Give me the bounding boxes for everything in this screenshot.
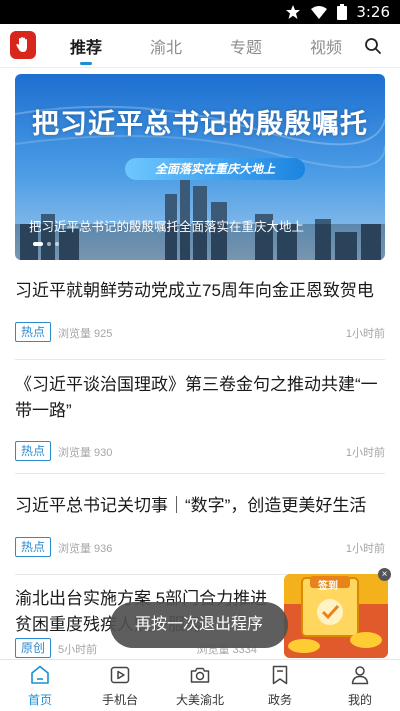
news-tag: 热点 [15,322,52,342]
carousel-dots [33,242,59,246]
active-tab-indicator [80,62,92,65]
bottom-nav-label: 手机台 [101,693,138,707]
banner-caption: 把习近平总书记的殷殷嘱托全面落实在重庆大地上 [29,220,305,234]
status-bar: 3:26 [0,0,400,24]
tab-yubei[interactable]: 渝北 [150,34,182,58]
status-icons: 3:26 [285,3,390,21]
news-time: 1小时前 [345,543,385,555]
top-nav: 推荐 渝北 专题 视频 [0,24,400,68]
news-title: 习近平总书记关切事｜“数字”，创造更美好生活 [15,496,367,515]
news-views: 浏览量 925 [58,328,113,340]
sign-in-ad-label: 签到 [318,581,338,592]
carousel-dot [47,242,51,246]
user-icon [351,666,369,685]
camera-icon [190,667,210,683]
battery-icon [337,4,348,20]
news-tag: 热点 [15,537,52,557]
tab-topics[interactable]: 专题 [230,34,262,58]
news-time: 1小时前 [345,328,385,340]
carousel-dot-active [33,242,43,246]
search-icon[interactable] [364,37,382,55]
bottom-nav-label: 我的 [347,693,372,707]
news-time: 1小时前 [345,447,385,459]
bottom-nav-government[interactable]: 政务 [240,660,320,711]
news-item[interactable]: 《习近平谈治国理政》第三卷金句之推动共建“一带一路” 热点 浏览量 930 1小… [15,372,385,474]
wifi-icon [311,6,328,19]
news-title: 《习近平谈治国理政》第三卷金句之推动共建“一带一路” [15,375,378,420]
status-time: 3:26 [356,3,390,21]
exit-toast: 再按一次退出程序 [110,602,288,648]
banner-carousel[interactable]: 把习近平总书记的殷殷嘱托 全面落实在重庆大地上 把习近平总书记的殷殷嘱托全面落实… [15,74,385,260]
sign-in-ad[interactable]: 签到 [284,574,388,658]
red-hand-logo-icon[interactable] [10,31,36,59]
news-item[interactable]: 习近平总书记关切事｜“数字”，创造更美好生活 热点 浏览量 936 1小时前 [15,493,385,575]
news-title: 习近平就朝鲜劳动党成立75周年向金正恩致贺电 [15,281,374,300]
banner-ribbon: 全面落实在重庆大地上 [125,158,305,180]
bottom-nav-label: 首页 [27,693,52,707]
bookmark-icon [272,665,288,685]
news-item[interactable]: 习近平就朝鲜劳动党成立75周年向金正恩致贺电 热点 浏览量 925 1小时前 [15,278,385,360]
news-views: 5小时前 [58,644,98,656]
bottom-nav: 首页 手机台 大美渝北 政务 我的 [0,659,400,711]
news-meta: 热点 浏览量 930 1小时前 [15,441,385,463]
star-icon [286,5,301,19]
play-icon [110,666,130,684]
bottom-nav-mobile-tv[interactable]: 手机台 [80,660,160,711]
news-tag: 原创 [15,638,52,658]
banner-headline: 把习近平总书记的殷殷嘱托 [32,109,368,140]
home-icon [31,665,49,684]
news-views: 浏览量 936 [58,543,113,555]
tab-recommend[interactable]: 推荐 [70,34,102,58]
bottom-nav-beautiful-yubei[interactable]: 大美渝北 [160,660,240,711]
news-views: 浏览量 930 [58,447,113,459]
news-tag: 热点 [15,441,52,461]
bottom-nav-label: 大美渝北 [175,693,224,707]
bottom-nav-home[interactable]: 首页 [0,660,80,711]
tab-video[interactable]: 视频 [310,34,342,58]
carousel-dot [55,242,59,246]
news-meta: 热点 浏览量 936 1小时前 [15,537,385,559]
bottom-nav-mine[interactable]: 我的 [320,660,400,711]
bottom-nav-label: 政务 [267,693,292,707]
ad-close-icon[interactable]: × [378,568,391,581]
news-meta: 热点 浏览量 925 1小时前 [15,322,385,344]
